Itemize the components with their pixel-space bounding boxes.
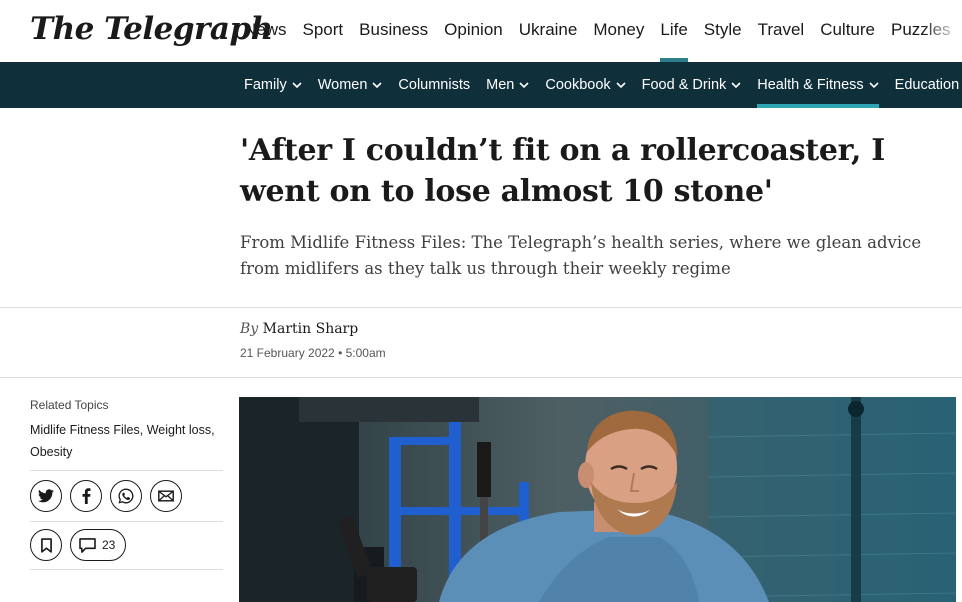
nav-fade: [922, 0, 962, 62]
top-header: The Telegraph News Sport Business Opinion Uk…: [0, 0, 962, 62]
subnav-item-family[interactable]: Family: [236, 62, 310, 108]
divider: [30, 470, 223, 471]
subnav-item-health-fitness[interactable]: Health & Fitness: [749, 62, 886, 108]
subnav-label: Women: [317, 77, 368, 93]
subnav-label: Family: [244, 77, 287, 93]
nav-item-sport[interactable]: Sport: [295, 0, 352, 62]
save-article-button[interactable]: [30, 529, 62, 561]
comments-button[interactable]: 23: [70, 529, 127, 561]
nav-item-news[interactable]: News: [236, 0, 295, 62]
subnav-item-food-drink[interactable]: Food & Drink: [634, 62, 750, 108]
section-nav: Family Women Columnists Men Cookbook Food & D…: [0, 62, 962, 108]
subnav-item-education[interactable]: Education: [887, 62, 962, 108]
chevron-down-icon: [616, 81, 626, 89]
nav-item-travel[interactable]: Travel: [750, 0, 813, 62]
divider: [30, 521, 223, 522]
nav-item-money[interactable]: Money: [585, 0, 652, 62]
subnav-item-columnists[interactable]: Columnists: [390, 62, 478, 108]
divider: [30, 569, 223, 570]
chevron-down-icon: [372, 81, 382, 89]
publish-date: 21 February 2022 • 5:00am: [240, 346, 386, 360]
bookmark-icon: [40, 537, 52, 553]
article-actions: 23: [30, 529, 127, 561]
comment-count: 23: [102, 538, 116, 552]
whatsapp-share-button[interactable]: [110, 480, 142, 512]
email-share-button[interactable]: [150, 480, 182, 512]
byline: By Martin Sharp: [240, 321, 358, 337]
whatsapp-icon: [118, 488, 134, 504]
nav-item-style[interactable]: Style: [696, 0, 750, 62]
nav-item-business[interactable]: Business: [351, 0, 436, 62]
facebook-icon: [82, 488, 90, 504]
chevron-down-icon: [519, 81, 529, 89]
chevron-down-icon: [869, 81, 879, 89]
byline-prefix: By: [240, 321, 259, 337]
subnav-item-cookbook[interactable]: Cookbook: [537, 62, 633, 108]
nav-item-life[interactable]: Life: [652, 0, 695, 62]
hero-image[interactable]: [239, 397, 956, 602]
article-headline: 'After I couldn’t fit on a rollercoaster…: [240, 133, 885, 209]
subnav-label: Men: [486, 77, 515, 93]
comment-icon: [79, 537, 96, 553]
author-link[interactable]: Martin Sharp: [263, 321, 359, 337]
twitter-icon: [38, 489, 54, 503]
subnav-label: Health & Fitness: [757, 77, 864, 93]
related-topics-list[interactable]: Midlife Fitness Files, Weight loss, Obes…: [30, 419, 225, 463]
subnav-label: Columnists: [398, 77, 471, 93]
subnav-label: Food & Drink: [641, 77, 727, 93]
gym-photo: [239, 397, 956, 602]
chevron-down-icon: [731, 81, 741, 89]
nav-item-culture[interactable]: Culture: [812, 0, 883, 62]
subnav-item-men[interactable]: Men: [478, 62, 537, 108]
nav-item-ukraine[interactable]: Ukraine: [511, 0, 586, 62]
primary-nav: News Sport Business Opinion Ukraine Money Life…: [236, 0, 959, 62]
divider: [0, 377, 962, 378]
email-icon: [158, 490, 174, 502]
article-standfirst: From Midlife Fitness Files: The Telegrap…: [240, 233, 922, 278]
share-buttons: [30, 480, 182, 512]
subnav-item-women[interactable]: Women: [310, 62, 391, 108]
subnav-label: Cookbook: [545, 77, 611, 93]
divider: [0, 307, 962, 308]
related-topics-label: Related Topics: [30, 398, 109, 412]
subnav-label: Education: [894, 77, 960, 93]
nav-item-opinion[interactable]: Opinion: [436, 0, 511, 62]
facebook-share-button[interactable]: [70, 480, 102, 512]
twitter-share-button[interactable]: [30, 480, 62, 512]
chevron-down-icon: [292, 81, 302, 89]
